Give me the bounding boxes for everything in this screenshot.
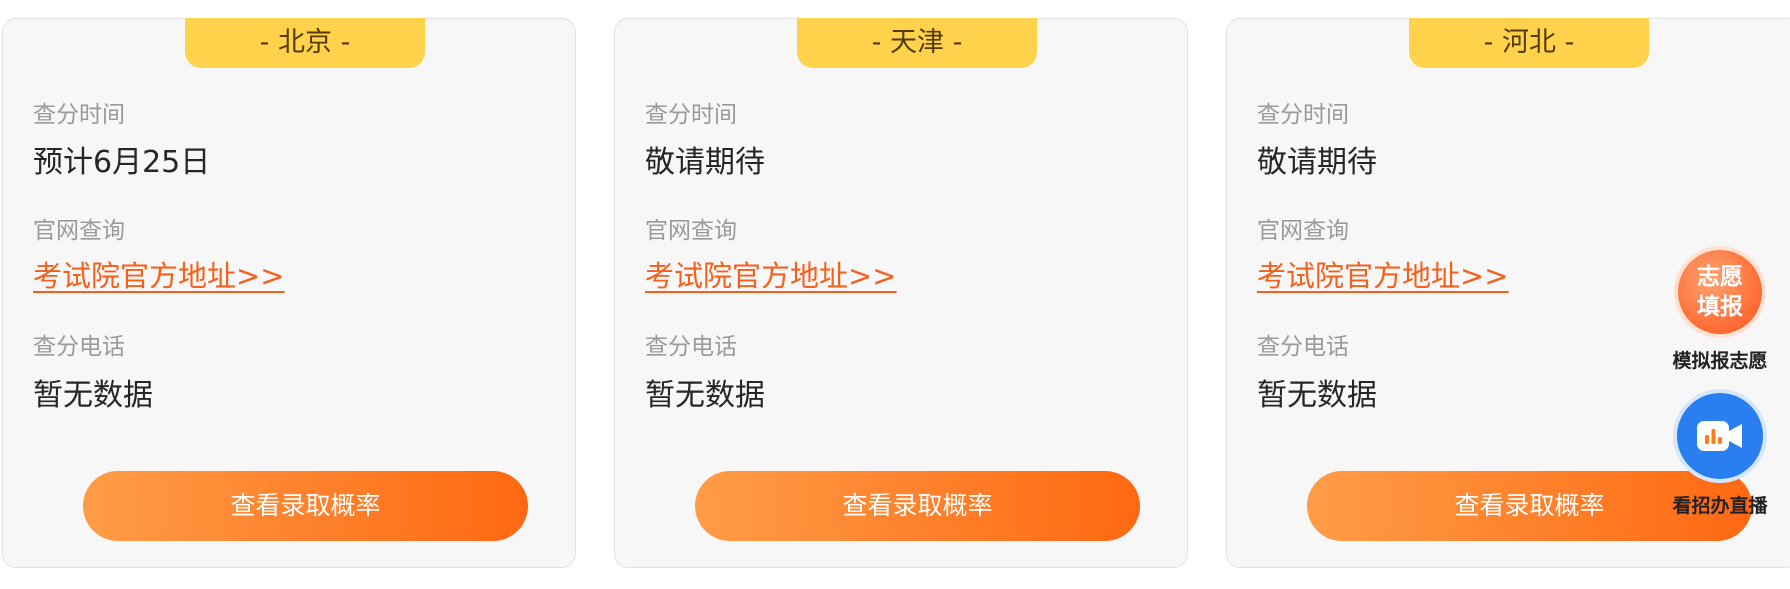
volunteer-badge-line2: 填报 (1697, 294, 1743, 320)
admissions-live-label[interactable]: 看招办直播 (1664, 491, 1776, 518)
score-time-value: 敬请期待 (645, 145, 765, 180)
mock-volunteer-label[interactable]: 模拟报志愿 (1664, 346, 1776, 373)
score-phone-label: 查分电话 (645, 334, 737, 360)
exam-authority-link[interactable]: 考试院官方地址>> (645, 253, 897, 295)
exam-authority-link[interactable]: 考试院官方地址>> (33, 253, 285, 295)
official-site-label: 官网查询 (1257, 218, 1349, 244)
admissions-live-float-button[interactable]: 看招办直播 (1664, 393, 1776, 518)
region-card-beijing: - 北京 - 查分时间 预计6月25日 官网查询 考试院官方地址>> 查分电话 … (2, 18, 576, 568)
score-time-label: 查分时间 (645, 102, 737, 128)
score-phone-label: 查分电话 (1257, 334, 1349, 360)
view-admission-probability-button[interactable]: 查看录取概率 (83, 471, 528, 541)
exam-authority-link[interactable]: 考试院官方地址>> (1257, 253, 1509, 295)
official-site-label: 官网查询 (33, 218, 125, 244)
mock-volunteer-float-button[interactable]: 志愿 填报 模拟报志愿 (1664, 250, 1776, 373)
region-tag: - 河北 - (1409, 18, 1649, 68)
score-phone-value: 暂无数据 (645, 378, 765, 413)
region-tag: - 天津 - (797, 18, 1037, 68)
score-time-value: 预计6月25日 (33, 145, 211, 180)
official-site-label: 官网查询 (645, 218, 737, 244)
score-phone-value: 暂无数据 (1257, 378, 1377, 413)
score-time-value: 敬请期待 (1257, 145, 1377, 180)
score-query-page: - 北京 - 查分时间 预计6月25日 官网查询 考试院官方地址>> 查分电话 … (0, 0, 1790, 589)
volunteer-badge-line1: 志愿 (1697, 264, 1743, 290)
score-phone-label: 查分电话 (33, 334, 125, 360)
video-camera-icon[interactable] (1677, 393, 1763, 479)
score-time-label: 查分时间 (33, 102, 125, 128)
score-phone-value: 暂无数据 (33, 378, 153, 413)
region-card-tianjin: - 天津 - 查分时间 敬请期待 官网查询 考试院官方地址>> 查分电话 暂无数… (614, 18, 1188, 568)
volunteer-badge-icon[interactable]: 志愿 填报 (1678, 250, 1762, 334)
video-camera-glyph (1697, 421, 1742, 451)
view-admission-probability-button[interactable]: 查看录取概率 (695, 471, 1140, 541)
score-time-label: 查分时间 (1257, 102, 1349, 128)
region-tag: - 北京 - (185, 18, 425, 68)
